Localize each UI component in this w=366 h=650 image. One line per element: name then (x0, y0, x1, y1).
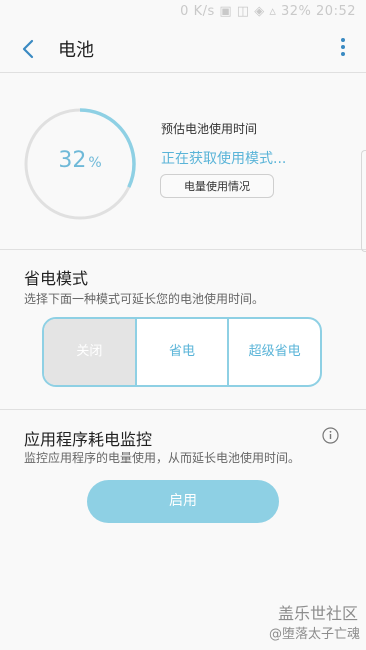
divider (0, 72, 366, 73)
more-vert-icon (338, 38, 348, 56)
battery-usage-button[interactable]: 电量使用情况 (160, 174, 274, 198)
app-monitor-description: 监控应用程序的电量使用，从而延长电池使用时间。 (24, 451, 301, 465)
app-monitor-title: 应用程序耗电监控 (24, 430, 153, 449)
mode-off-button[interactable]: 关闭 (44, 319, 137, 385)
app-bar: 电池 (0, 26, 366, 72)
estimate-status: 正在获取使用模式... (161, 151, 287, 167)
back-button[interactable] (14, 34, 44, 64)
battery-percent-sign: % (88, 155, 102, 171)
watermark-user: @堕落太子亡魂 (268, 627, 360, 642)
status-text: 0 K/s ▣ ◫ ◈ ▵ 32% 20:52 (180, 4, 356, 19)
status-bar: 0 K/s ▣ ◫ ◈ ▵ 32% 20:52 (0, 0, 366, 26)
info-icon (322, 427, 339, 444)
estimate-label: 预估电池使用时间 (161, 122, 258, 136)
page-title: 电池 (58, 40, 94, 61)
divider (0, 409, 366, 410)
watermark-logo: 盖乐世社区 (277, 604, 358, 623)
mode-power-saving-button[interactable]: 省电 (137, 319, 230, 385)
battery-percent-number: 32 (58, 148, 87, 173)
edge-panel-handle[interactable] (361, 150, 366, 252)
enable-button[interactable]: 启用 (87, 480, 279, 523)
mode-ultra-power-saving-button[interactable]: 超级省电 (229, 319, 320, 385)
more-options-button[interactable] (338, 36, 348, 60)
power-saving-description: 选择下面一种模式可延长您的电池使用时间。 (24, 292, 265, 306)
back-arrow-icon (22, 39, 34, 59)
divider (0, 249, 366, 250)
power-mode-selector: 关闭 省电 超级省电 (42, 317, 322, 387)
power-saving-title: 省电模式 (24, 269, 89, 288)
info-button[interactable] (322, 427, 339, 444)
battery-percent: 32% (22, 148, 138, 173)
